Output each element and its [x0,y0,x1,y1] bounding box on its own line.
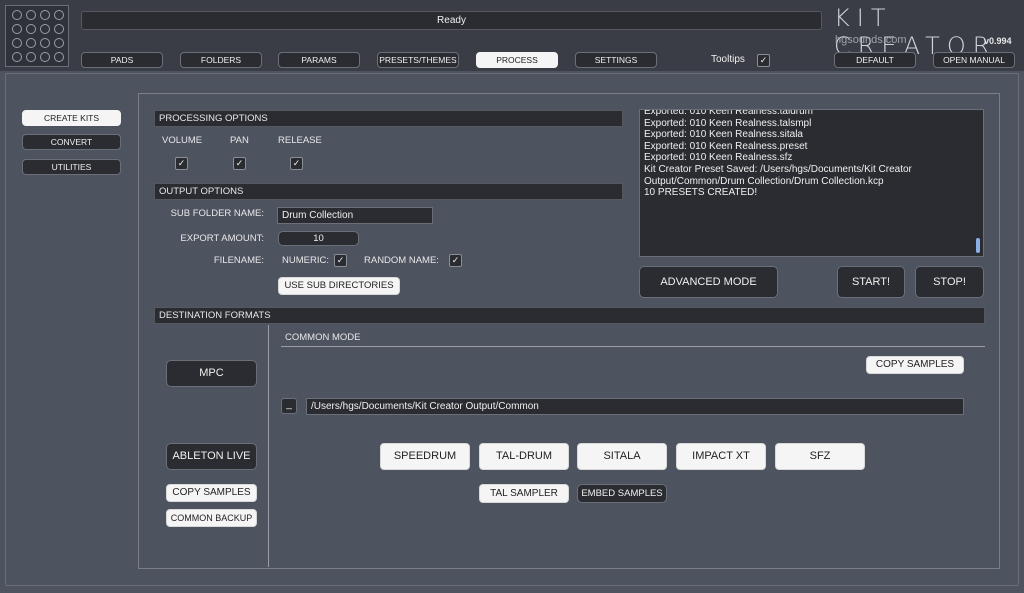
pan-checkbox[interactable]: ✓ [233,157,246,170]
check-icon: ✓ [292,158,301,168]
common-backup-button[interactable]: COMMON BACKUP [166,509,257,527]
tab-params[interactable]: PARAMS [278,52,360,68]
log-line: Exported: 010 Keen Realness.talsmpl [644,117,812,129]
random-name-label: RANDOM NAME: [364,255,439,266]
format-speedrum-button[interactable]: SPEEDRUM [380,443,470,470]
common-output-path-field[interactable]: /Users/hgs/Documents/Kit Creator Output/… [306,398,964,415]
pan-label: PAN [230,135,249,146]
export-amount-input[interactable]: 10 [278,231,359,246]
output-options-heading: OUTPUT OPTIONS [154,183,623,200]
pad-grid-logo [5,5,69,67]
sidebar-item-utilities[interactable]: UTILITIES [22,159,121,175]
check-icon: ✓ [336,255,345,265]
browse-folder-button[interactable]: _ [281,398,297,414]
log-line: Exported: 010 Keen Realness.sitala [644,129,803,141]
release-checkbox[interactable]: ✓ [290,157,303,170]
format-sfz-button[interactable]: SFZ [775,443,865,470]
check-icon: ✓ [235,158,244,168]
numeric-checkbox[interactable]: ✓ [334,254,347,267]
start-button[interactable]: START! [837,266,905,298]
sidebar-item-convert[interactable]: CONVERT [22,134,121,150]
tab-folders[interactable]: FOLDERS [180,52,262,68]
app-website: hgsounds.com [835,34,907,46]
log-line: Kit Creator Preset Saved: /Users/hgs/Doc… [644,163,912,175]
embed-samples-button[interactable]: EMBED SAMPLES [577,484,667,503]
destination-formats-heading: DESTINATION FORMATS [154,307,985,324]
tab-process[interactable]: PROCESS [476,52,558,68]
volume-label: VOLUME [162,135,203,146]
log-line: Exported: 010 Keen Realness.sfz [644,152,793,164]
divider [268,325,269,567]
common-mode-heading: COMMON MODE [281,332,985,347]
tooltips-checkbox[interactable]: ✓ [757,54,770,67]
check-icon: ✓ [759,55,768,65]
log-line: Exported: 010 Keen Realness.taldrum [644,109,813,117]
export-amount-label: EXPORT AMOUNT: [180,233,264,244]
log-scrollbar[interactable] [976,238,980,253]
format-sitala-button[interactable]: SITALA [577,443,667,470]
default-button[interactable]: DEFAULT [834,52,916,68]
copy-samples-right-button[interactable]: COPY SAMPLES [866,356,964,374]
sidebar-item-create-kits[interactable]: CREATE KITS [22,110,121,126]
format-impact-xt-button[interactable]: IMPACT XT [676,443,766,470]
tooltips-label: Tooltips [711,54,745,65]
sub-folder-name-input[interactable]: Drum Collection [277,207,433,224]
tab-pads[interactable]: PADS [81,52,163,68]
sub-folder-name-label: SUB FOLDER NAME: [170,208,264,219]
tab-settings[interactable]: SETTINGS [575,52,657,68]
use-sub-directories-button[interactable]: USE SUB DIRECTORIES [278,277,400,295]
filename-label: FILENAME: [213,255,264,266]
check-icon: ✓ [177,158,186,168]
tab-presets-themes[interactable]: PRESETS/THEMES [377,52,459,68]
copy-samples-left-button[interactable]: COPY SAMPLES [166,484,257,502]
processing-options-heading: PROCESSING OPTIONS [154,110,623,127]
mpc-button[interactable]: MPC [166,360,257,387]
log-line: Output/Common/Drum Collection/Drum Colle… [644,175,884,187]
log-line: 10 PRESETS CREATED! [644,187,758,199]
open-manual-button[interactable]: OPEN MANUAL [933,52,1015,68]
tal-sampler-button[interactable]: TAL SAMPLER [479,484,569,503]
numeric-label: NUMERIC: [282,255,329,266]
format-tal-drum-button[interactable]: TAL-DRUM [479,443,569,470]
random-name-checkbox[interactable]: ✓ [449,254,462,267]
stop-button[interactable]: STOP! [915,266,984,298]
process-log: Exported: 010 Keen Realness.taldrum Expo… [639,109,984,257]
release-label: RELEASE [278,135,322,146]
app-version: v0.994 [984,36,1012,46]
check-icon: ✓ [451,255,460,265]
status-bar: Ready [81,11,822,30]
volume-checkbox[interactable]: ✓ [175,157,188,170]
advanced-mode-button[interactable]: ADVANCED MODE [639,266,778,298]
log-line: Exported: 010 Keen Realness.preset [644,140,808,152]
ableton-live-button[interactable]: ABLETON LIVE [166,443,257,470]
